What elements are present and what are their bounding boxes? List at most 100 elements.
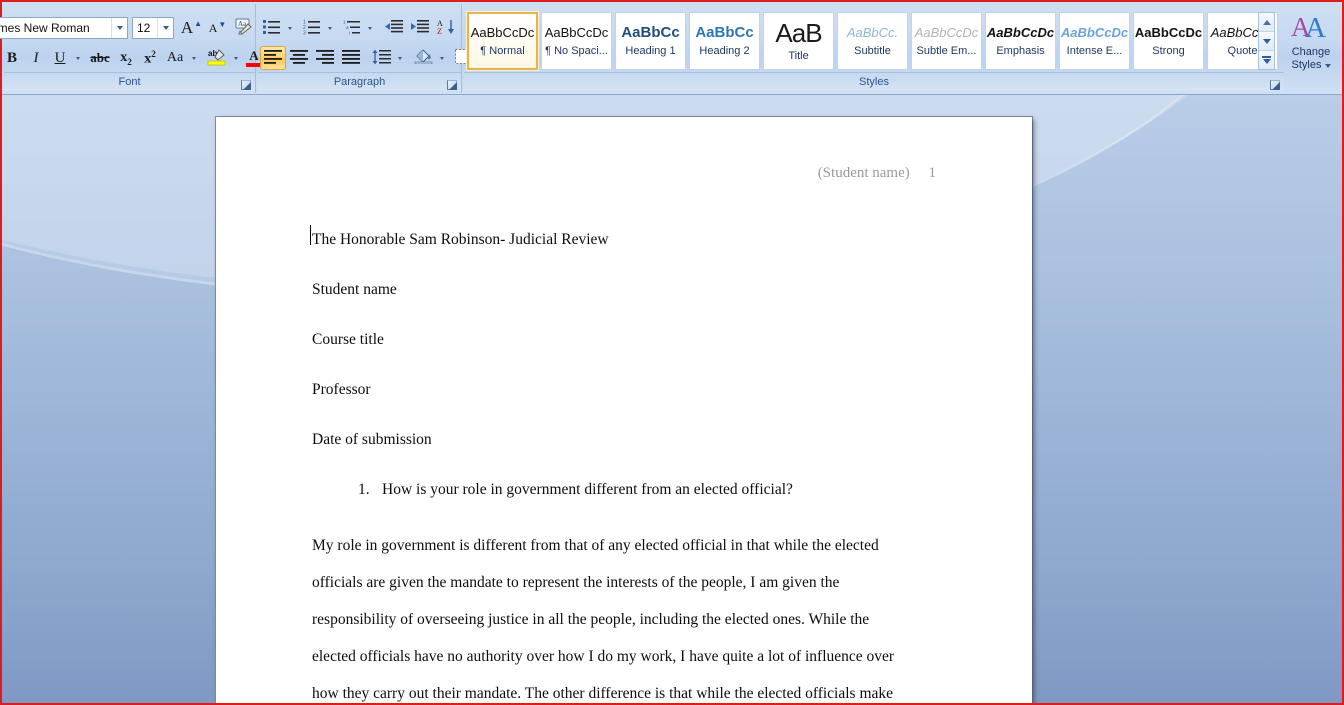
- change-case-icon: Aa: [166, 50, 184, 65]
- ribbon-group-styles: AaBbCcDc ¶ Normal AaBbCcDc ¶ No Spaci... AaB…: [464, 4, 1331, 93]
- style-item-heading-1[interactable]: AaBbCс Heading 1: [615, 12, 686, 70]
- svg-text:1: 1: [343, 19, 346, 24]
- strikethrough-button[interactable]: abc: [86, 46, 114, 70]
- multilevel-list-icon: 1 a i: [343, 19, 361, 38]
- styles-gallery[interactable]: AaBbCcDc ¶ Normal AaBbCcDc ¶ No Spaci... AaB…: [466, 11, 1278, 71]
- style-preview: AaBbCcDc: [470, 24, 535, 40]
- document-line-text: Student name: [312, 281, 397, 298]
- style-name-label: Intense E...: [1066, 44, 1123, 57]
- bullets-dropdown-arrow[interactable]: [284, 16, 296, 40]
- shrink-font-icon: A: [208, 20, 218, 35]
- svg-text:Z: Z: [437, 27, 442, 35]
- change-styles-button[interactable]: A A Change Styles: [1280, 8, 1342, 72]
- grow-font-button[interactable]: A ▲: [178, 17, 204, 39]
- style-preview: AaBbCс: [621, 23, 680, 41]
- document-paragraph-line: how they carry out their mandate. The ot…: [312, 685, 894, 702]
- bold-button[interactable]: B: [0, 46, 24, 70]
- document-list-item: 1. How is your role in government differe…: [312, 465, 962, 515]
- style-name-label: Subtitle: [854, 44, 891, 57]
- superscript-button[interactable]: x2: [138, 46, 162, 70]
- font-name-value: imes New Roman: [0, 21, 90, 35]
- underline-dropdown-arrow[interactable]: [72, 46, 84, 70]
- underline-button[interactable]: U: [48, 46, 72, 70]
- ribbon-group-paragraph: 1 2 3 1 a i A Z Paragraph: [258, 4, 484, 93]
- styles-scroll-down-button[interactable]: [1259, 32, 1274, 51]
- bold-icon: B: [6, 49, 17, 66]
- font-dialog-launcher[interactable]: [239, 78, 252, 91]
- style-preview: AaBbCcDc: [986, 24, 1055, 40]
- styles-gallery-scrollbar[interactable]: [1258, 12, 1275, 70]
- increase-indent-button[interactable]: [406, 16, 432, 40]
- style-preview: AaB: [775, 17, 822, 48]
- sort-button[interactable]: A Z: [434, 16, 460, 40]
- justify-button[interactable]: [338, 46, 364, 70]
- multilevel-list-button[interactable]: 1 a i: [340, 16, 364, 40]
- align-right-button[interactable]: [312, 46, 338, 70]
- document-line: Course title: [312, 315, 962, 365]
- styles-more-button[interactable]: [1259, 51, 1274, 69]
- style-preview: AaBbCcDс: [914, 24, 979, 40]
- font-size-value: 12: [137, 21, 151, 35]
- styles-scroll-up-button[interactable]: [1259, 13, 1274, 32]
- style-name-label: Quote: [1227, 44, 1258, 57]
- line-spacing-dropdown-arrow[interactable]: [394, 46, 406, 70]
- document-header[interactable]: (Student name) 1: [216, 165, 936, 182]
- paragraph-dialog-launcher[interactable]: [445, 78, 458, 91]
- style-item-normal[interactable]: AaBbCcDc ¶ Normal: [466, 11, 539, 71]
- bullets-button[interactable]: [260, 16, 284, 40]
- multilevel-list-dropdown-arrow[interactable]: [364, 16, 376, 40]
- style-item-no-spacing[interactable]: AaBbCcDc ¶ No Spaci...: [541, 12, 612, 70]
- document-line: The Honorable Sam Robinson- Judicial Rev…: [310, 215, 962, 265]
- align-left-button[interactable]: [260, 46, 286, 70]
- highlighter-icon: ab: [207, 47, 227, 70]
- clear-formatting-button[interactable]: Aa: [232, 17, 256, 39]
- font-size-combo[interactable]: 12: [132, 17, 174, 39]
- change-case-dropdown-arrow[interactable]: [188, 46, 200, 70]
- clear-formatting-icon: Aa: [235, 18, 253, 38]
- styles-group-body: AaBbCcDc ¶ Normal AaBbCcDc ¶ No Spaci... AaB…: [464, 4, 1331, 72]
- line-spacing-button[interactable]: [368, 46, 394, 70]
- numbering-button[interactable]: 1 2 3: [300, 16, 324, 40]
- numbering-icon: 1 2 3: [303, 19, 321, 38]
- document-body[interactable]: The Honorable Sam Robinson- Judicial Rev…: [310, 215, 962, 703]
- font-group-body: imes New Roman 12 A ▲ A ▼ Aa B I U abc x…: [0, 4, 274, 72]
- font-name-dropdown-arrow[interactable]: [111, 18, 127, 38]
- style-preview: AaBbCcDc: [1060, 24, 1129, 40]
- document-page[interactable]: (Student name) 1 The Honorable Sam Robin…: [216, 117, 1032, 703]
- shading-dropdown-arrow[interactable]: [436, 46, 448, 70]
- align-center-button[interactable]: [286, 46, 312, 70]
- style-item-strong[interactable]: AaBbCcDc Strong: [1133, 12, 1204, 70]
- subscript-button[interactable]: x2: [114, 46, 138, 70]
- font-name-combo[interactable]: imes New Roman: [0, 17, 128, 39]
- style-item-heading-2[interactable]: AaBbCc Heading 2: [689, 12, 760, 70]
- font-size-dropdown-arrow[interactable]: [157, 18, 173, 38]
- grow-font-icon: A: [180, 18, 194, 37]
- grow-arrow-icon: ▲: [194, 18, 203, 28]
- style-item-title[interactable]: AaB Title: [763, 12, 834, 70]
- style-item-emphasis[interactable]: AaBbCcDc Emphasis: [985, 12, 1056, 70]
- italic-button[interactable]: I: [24, 46, 48, 70]
- paragraph-group-label: Paragraph: [258, 72, 461, 91]
- numbering-dropdown-arrow[interactable]: [324, 16, 336, 40]
- document-line-text: Professor: [312, 381, 371, 398]
- document-paragraph-line: responsibility of overseeing justice in …: [312, 611, 870, 628]
- text-highlight-color-button[interactable]: ab: [204, 46, 230, 70]
- shrink-font-button[interactable]: A ▼: [204, 17, 230, 39]
- text-highlight-dropdown-arrow[interactable]: [230, 46, 242, 70]
- decrease-indent-button[interactable]: [380, 16, 406, 40]
- styles-dialog-launcher[interactable]: [1268, 78, 1281, 91]
- svg-text:a: a: [346, 24, 349, 29]
- list-item-number: 1.: [358, 481, 370, 498]
- style-item-subtle-emphasis[interactable]: AaBbCcDс Subtle Em...: [911, 12, 982, 70]
- style-name-label: ¶ Normal: [480, 44, 525, 57]
- style-name-label: Title: [788, 49, 809, 62]
- bullets-icon: [263, 19, 281, 38]
- svg-text:3: 3: [303, 30, 306, 35]
- change-case-button[interactable]: Aa: [162, 46, 188, 70]
- style-item-intense-emphasis[interactable]: AaBbCcDc Intense E...: [1059, 12, 1130, 70]
- style-item-subtitle[interactable]: AaBbCc. Subtitle: [837, 12, 908, 70]
- shading-button[interactable]: [410, 46, 436, 70]
- style-preview: AaBbCcDc: [1134, 24, 1203, 40]
- align-right-icon: [316, 49, 334, 67]
- list-item-text: How is your role in government different…: [382, 481, 793, 498]
